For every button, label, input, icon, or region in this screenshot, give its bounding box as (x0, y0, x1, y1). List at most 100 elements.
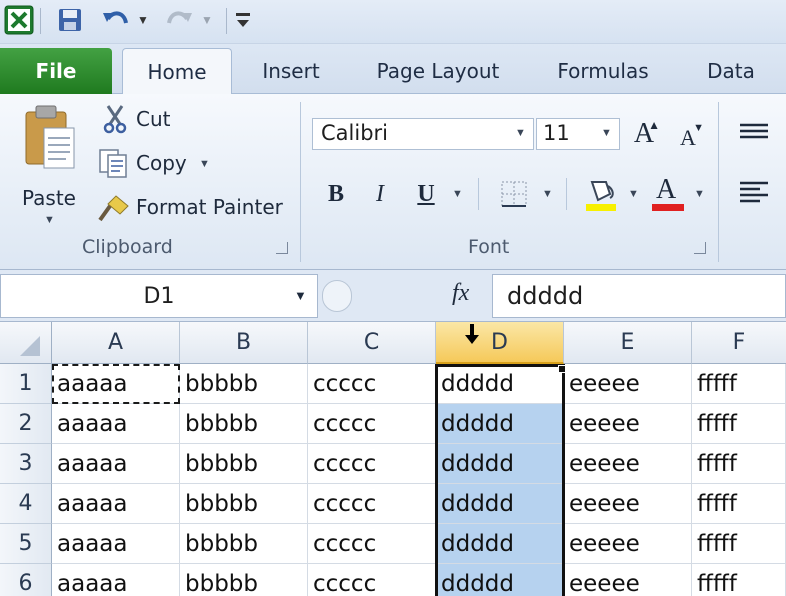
name-box-value: D1 (143, 283, 175, 309)
cell-a6[interactable]: aaaaa (52, 564, 180, 596)
font-size-combo[interactable]: 11 ▼ (536, 118, 620, 150)
tab-page-layout[interactable]: Page Layout (366, 48, 510, 94)
fill-color-dropdown-icon[interactable]: ▼ (628, 188, 639, 200)
tab-file[interactable]: File (0, 48, 112, 94)
cell-f4[interactable]: fffff (692, 484, 786, 524)
name-box-dropdown-icon[interactable]: ▼ (294, 288, 307, 303)
column-header-c[interactable]: C (308, 322, 436, 364)
cell-e4[interactable]: eeeee (564, 484, 692, 524)
cell-d6[interactable]: ddddd (436, 564, 564, 596)
font-color-dropdown-icon[interactable]: ▼ (694, 188, 705, 200)
undo-icon[interactable] (100, 6, 132, 34)
clipboard-dialog-launcher-icon[interactable] (276, 242, 288, 254)
cell-c3[interactable]: ccccc (308, 444, 436, 484)
cell-c4[interactable]: ccccc (308, 484, 436, 524)
insert-function-button[interactable]: fx (452, 280, 469, 307)
formula-bar-collapse-handle[interactable] (322, 280, 352, 312)
font-dialog-launcher-icon[interactable] (694, 242, 706, 254)
cell-f3[interactable]: fffff (692, 444, 786, 484)
tab-data[interactable]: Data (698, 48, 764, 94)
cell-b5[interactable]: bbbbb (180, 524, 308, 564)
column-header-d-label: D (491, 329, 508, 355)
column-header-f[interactable]: F (692, 322, 786, 364)
cell-d5[interactable]: ddddd (436, 524, 564, 564)
cell-b4[interactable]: bbbbb (180, 484, 308, 524)
cell-e1[interactable]: eeeee (564, 364, 692, 404)
font-color-swatch (652, 204, 684, 211)
cell-f5[interactable]: fffff (692, 524, 786, 564)
font-name-value: Calibri (321, 121, 388, 145)
cell-b1[interactable]: bbbbb (180, 364, 308, 404)
row-header-5[interactable]: 5 (0, 524, 52, 564)
fill-handle[interactable] (558, 365, 566, 373)
cell-f1[interactable]: fffff (692, 364, 786, 404)
paste-label: Paste (22, 186, 76, 210)
cell-e5[interactable]: eeeee (564, 524, 692, 564)
excel-icon[interactable] (2, 5, 36, 35)
cell-f6[interactable]: fffff (692, 564, 786, 596)
format-painter-button[interactable]: Format Painter (96, 190, 292, 224)
cell-b3[interactable]: bbbbb (180, 444, 308, 484)
cell-a3[interactable]: aaaaa (52, 444, 180, 484)
customize-qat-icon[interactable] (232, 6, 254, 34)
align-top-icon[interactable] (738, 122, 770, 147)
cell-b6[interactable]: bbbbb (180, 564, 308, 596)
column-header-e[interactable]: E (564, 322, 692, 364)
shrink-font-button[interactable]: A ▼ (672, 122, 704, 154)
cell-a2[interactable]: aaaaa (52, 404, 180, 444)
cell-c1[interactable]: ccccc (308, 364, 436, 404)
cell-e2[interactable]: eeeee (564, 404, 692, 444)
copy-label: Copy (136, 151, 187, 175)
cell-d3[interactable]: ddddd (436, 444, 564, 484)
worksheet-grid[interactable]: A B C D E F 1 2 3 4 5 6 aaaaa bbbbb cccc… (0, 322, 786, 596)
cut-button[interactable]: Cut (96, 102, 206, 136)
paintbrush-icon (98, 192, 132, 227)
column-header-a[interactable]: A (52, 322, 180, 364)
row-header-1[interactable]: 1 (0, 364, 52, 404)
row-header-3[interactable]: 3 (0, 444, 52, 484)
row-header-4[interactable]: 4 (0, 484, 52, 524)
cell-c5[interactable]: ccccc (308, 524, 436, 564)
cell-d1[interactable]: ddddd (436, 364, 564, 404)
cell-b2[interactable]: bbbbb (180, 404, 308, 444)
bold-button[interactable]: B (320, 178, 352, 210)
font-size-dropdown-icon[interactable]: ▼ (601, 127, 612, 139)
underline-dropdown-icon[interactable]: ▼ (452, 188, 463, 200)
cell-a5[interactable]: aaaaa (52, 524, 180, 564)
cell-c6[interactable]: ccccc (308, 564, 436, 596)
column-header-d[interactable]: D (436, 322, 564, 364)
cell-f2[interactable]: fffff (692, 404, 786, 444)
fill-color-icon[interactable] (584, 176, 620, 217)
tab-home[interactable]: Home (122, 48, 232, 95)
cell-d4[interactable]: ddddd (436, 484, 564, 524)
grow-font-button[interactable]: A ▲ (628, 118, 660, 150)
copy-button[interactable]: Copy ▼ (96, 146, 216, 180)
cell-c2[interactable]: ccccc (308, 404, 436, 444)
cell-d2[interactable]: ddddd (436, 404, 564, 444)
save-icon[interactable] (54, 6, 86, 34)
font-name-dropdown-icon[interactable]: ▼ (515, 127, 526, 139)
cell-e3[interactable]: eeeee (564, 444, 692, 484)
row-header-2[interactable]: 2 (0, 404, 52, 444)
divider (566, 178, 567, 210)
name-box[interactable]: D1 (0, 274, 318, 318)
cell-a1[interactable]: aaaaa (52, 364, 180, 404)
italic-button[interactable]: I (364, 178, 396, 210)
column-header-b[interactable]: B (180, 322, 308, 364)
scissors-icon (102, 104, 128, 139)
formula-input[interactable]: ddddd (492, 274, 786, 318)
paste-button[interactable]: Paste ▼ (18, 104, 80, 234)
underline-button[interactable]: U (410, 178, 442, 210)
borders-icon[interactable] (500, 180, 528, 213)
undo-dropdown-icon[interactable]: ▼ (134, 6, 152, 34)
font-name-combo[interactable]: Calibri ▼ (312, 118, 534, 150)
tab-formulas[interactable]: Formulas (546, 48, 660, 94)
select-all-button[interactable] (0, 322, 52, 364)
cell-e6[interactable]: eeeee (564, 564, 692, 596)
tab-insert[interactable]: Insert (252, 48, 330, 94)
row-header-6[interactable]: 6 (0, 564, 52, 596)
align-left-icon[interactable] (738, 180, 770, 213)
font-color-button[interactable]: A (650, 174, 686, 216)
cell-a4[interactable]: aaaaa (52, 484, 180, 524)
borders-dropdown-icon[interactable]: ▼ (542, 188, 553, 200)
